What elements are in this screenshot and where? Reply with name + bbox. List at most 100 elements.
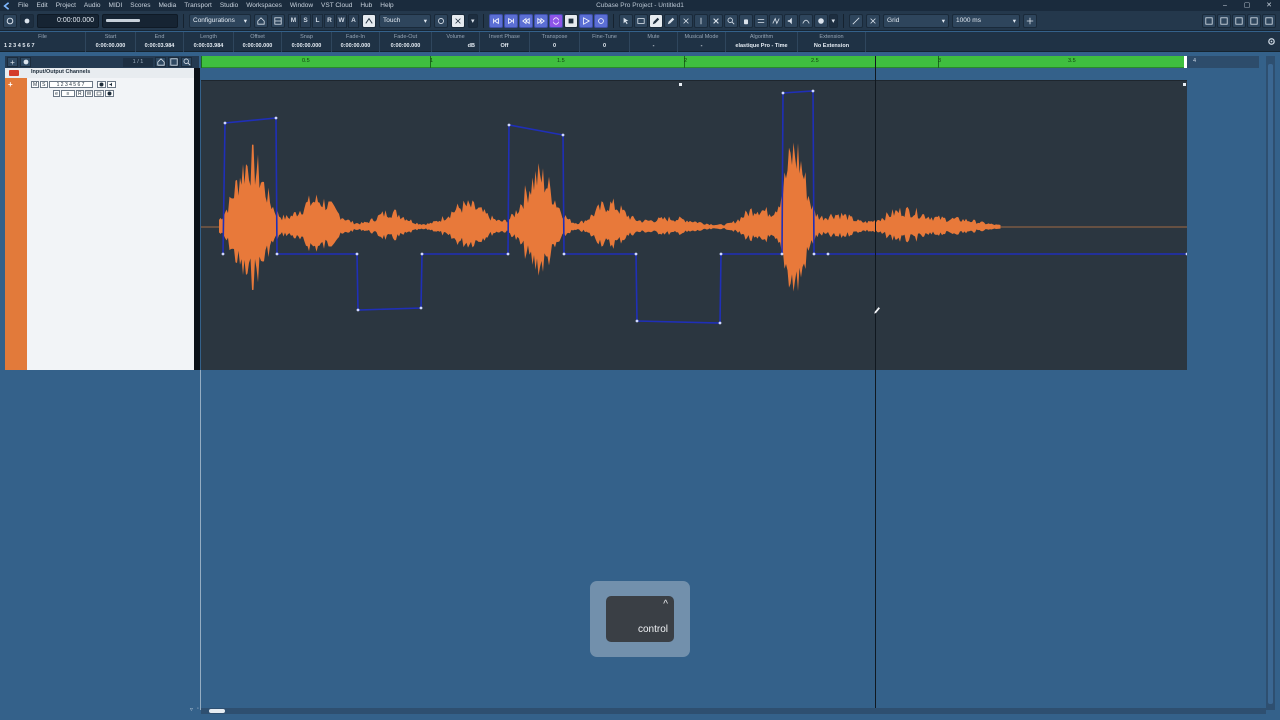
menu-edit[interactable]: Edit — [32, 0, 51, 11]
tool-dropdown[interactable]: ▾ — [828, 13, 839, 28]
quantize-button[interactable] — [1023, 13, 1038, 28]
volume-handle[interactable] — [679, 83, 682, 86]
record-button[interactable] — [593, 13, 608, 28]
color-tool[interactable] — [813, 13, 828, 28]
envelope-node[interactable] — [635, 319, 639, 323]
track-color-strip[interactable] — [5, 68, 27, 370]
info-start[interactable]: Start 0:00:00.000 — [86, 32, 136, 52]
comp-tool[interactable] — [753, 13, 768, 28]
info-fade-in[interactable]: Fade-In 0:00:00.000 — [332, 32, 380, 52]
envelope-node[interactable] — [355, 252, 359, 256]
a-state-button[interactable]: A — [348, 13, 359, 28]
solo-button[interactable]: S — [40, 81, 48, 88]
info-transpose[interactable]: Transpose 0 — [530, 32, 580, 52]
envelope-node[interactable] — [812, 252, 816, 256]
info-invert-phase[interactable]: Invert Phase Off — [480, 32, 530, 52]
envelope-node[interactable] — [562, 252, 566, 256]
info-file[interactable]: File 1 2 3 4 5 6 7 — [0, 32, 86, 52]
info-end[interactable]: End 0:00:03.984 — [136, 32, 184, 52]
lower-zone-button[interactable] — [1217, 13, 1231, 28]
edit-channel-button[interactable]: e — [53, 90, 60, 97]
toolbar-setup-button[interactable] — [1247, 13, 1261, 28]
envelope-node[interactable] — [507, 123, 511, 127]
menu-window[interactable]: Window — [286, 0, 317, 11]
window-layout-button[interactable] — [271, 13, 285, 28]
go-to-end-button[interactable] — [503, 13, 518, 28]
mute-button[interactable]: M — [31, 81, 40, 88]
listen-state-button[interactable]: L — [312, 13, 323, 28]
ruler-outside-range[interactable]: 4 — [1187, 56, 1259, 68]
menu-media[interactable]: Media — [155, 0, 181, 11]
zoom-out-icon[interactable]: ▿ — [190, 706, 193, 714]
read-state-button[interactable]: R — [324, 13, 335, 28]
envelope-node[interactable] — [1185, 252, 1187, 256]
cycle-button[interactable] — [548, 13, 563, 28]
record-mode-button[interactable] — [20, 13, 34, 28]
menu-hub[interactable]: Hub — [356, 0, 376, 11]
track-presets-button[interactable] — [20, 57, 31, 67]
envelope-node[interactable] — [781, 91, 785, 95]
info-length[interactable]: Length 0:00:03.984 — [184, 32, 234, 52]
envelope-node[interactable] — [420, 252, 424, 256]
play-button[interactable] — [578, 13, 593, 28]
volume-handle[interactable] — [1183, 83, 1186, 86]
menu-audio[interactable]: Audio — [80, 0, 105, 11]
automation-mode-dropdown[interactable]: Touch ▾ — [379, 13, 431, 28]
automation-icon-button[interactable] — [362, 13, 376, 28]
menu-workspaces[interactable]: Workspaces — [242, 0, 286, 11]
envelope-node[interactable] — [221, 252, 225, 256]
read-automation-button[interactable]: R — [76, 90, 84, 97]
inserts-button[interactable]: ≡ — [61, 90, 75, 97]
constrain-delay-button[interactable] — [254, 13, 268, 28]
search-button[interactable] — [181, 57, 192, 67]
vertical-scroll-thumb[interactable] — [1268, 64, 1273, 704]
menu-project[interactable]: Project — [52, 0, 80, 11]
record-enable-button[interactable] — [96, 81, 106, 88]
envelope-node[interactable] — [561, 133, 565, 137]
folder-track-name[interactable]: Input/Output Channels — [31, 69, 90, 75]
hand-tool[interactable] — [738, 13, 753, 28]
envelope-node[interactable] — [223, 121, 227, 125]
line-tool[interactable] — [798, 13, 813, 28]
erase-tool[interactable] — [663, 13, 678, 28]
lock-button[interactable] — [105, 90, 115, 97]
draw-tool[interactable] — [648, 13, 663, 28]
close-button[interactable]: ✕ — [1258, 0, 1280, 11]
gear-icon[interactable] — [1267, 37, 1276, 46]
vertical-scrollbar[interactable] — [1266, 56, 1275, 710]
horizontal-scroll-thumb[interactable] — [209, 709, 225, 713]
go-to-start-button[interactable] — [488, 13, 503, 28]
grid-type-dropdown[interactable]: 1000 ms ▾ — [952, 13, 1021, 28]
write-automation-button[interactable]: W — [84, 90, 94, 97]
info-snap[interactable]: Snap 0:00:00.000 — [282, 32, 332, 52]
layout-button[interactable] — [168, 57, 179, 67]
snap-type-dropdown[interactable]: Grid ▾ — [883, 13, 950, 28]
envelope-node[interactable] — [274, 116, 278, 120]
glue-tool[interactable] — [693, 13, 708, 28]
waveform-display[interactable] — [201, 81, 1187, 371]
window-zones-button[interactable] — [1262, 13, 1276, 28]
envelope-node[interactable] — [634, 252, 638, 256]
configurations-dropdown[interactable]: Configurations ▾ — [189, 13, 251, 28]
snap-type-icon-button[interactable] — [866, 13, 881, 28]
info-algorithm[interactable]: Algorithm elastique Pro - Time — [726, 32, 798, 52]
sample-editor-waveform[interactable] — [201, 80, 1187, 370]
cubase-logo-icon[interactable] — [0, 0, 14, 11]
minimize-button[interactable]: – — [1214, 0, 1236, 11]
menu-vst-cloud[interactable]: VST Cloud — [317, 0, 356, 11]
info-offset[interactable]: Offset 0:00:00.000 — [234, 32, 282, 52]
envelope-node[interactable] — [356, 308, 360, 312]
folder-icon[interactable] — [9, 70, 19, 76]
timewarp-tool[interactable] — [768, 13, 783, 28]
horizontal-scrollbar[interactable] — [201, 708, 1266, 714]
mute-state-button[interactable]: M — [288, 13, 299, 28]
split-tool[interactable] — [678, 13, 693, 28]
left-zone-button[interactable] — [1202, 13, 1216, 28]
envelope-node[interactable] — [826, 252, 830, 256]
info-fade-out[interactable]: Fade-Out 0:00:00.000 — [380, 32, 432, 52]
forward-button[interactable] — [533, 13, 548, 28]
info-volume[interactable]: Volume dB — [432, 32, 480, 52]
project-cursor[interactable] — [875, 56, 876, 710]
menu-scores[interactable]: Scores — [126, 0, 154, 11]
time-display[interactable]: 0:00:00.000 — [37, 13, 99, 28]
